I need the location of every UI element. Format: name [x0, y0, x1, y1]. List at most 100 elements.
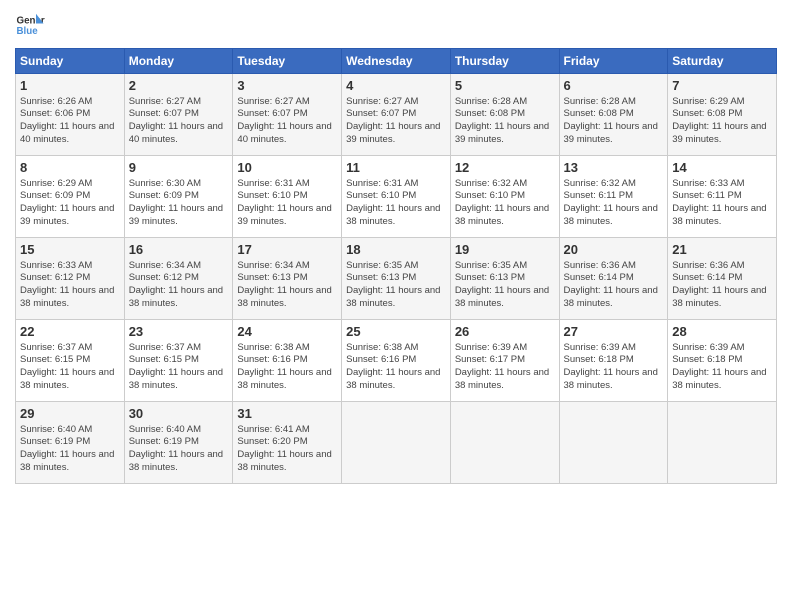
- sunset-info: Sunset: 6:16 PM: [346, 354, 416, 365]
- daylight-info: Daylight: 11 hours and 38 minutes.: [237, 449, 331, 473]
- daylight-info: Daylight: 11 hours and 38 minutes.: [129, 449, 223, 473]
- sunrise-info: Sunrise: 6:28 AM: [455, 96, 527, 107]
- calendar-cell: 30Sunrise: 6:40 AMSunset: 6:19 PMDayligh…: [124, 402, 233, 484]
- sunrise-info: Sunrise: 6:35 AM: [455, 260, 527, 271]
- calendar-cell: 11Sunrise: 6:31 AMSunset: 6:10 PMDayligh…: [342, 156, 451, 238]
- sunset-info: Sunset: 6:07 PM: [237, 108, 307, 119]
- day-number: 3: [237, 77, 337, 95]
- sunset-info: Sunset: 6:10 PM: [237, 190, 307, 201]
- day-number: 7: [672, 77, 772, 95]
- calendar-cell: 8Sunrise: 6:29 AMSunset: 6:09 PMDaylight…: [16, 156, 125, 238]
- sunrise-info: Sunrise: 6:40 AM: [129, 424, 201, 435]
- daylight-info: Daylight: 11 hours and 40 minutes.: [237, 121, 331, 145]
- calendar-cell: 3Sunrise: 6:27 AMSunset: 6:07 PM Daylight…: [233, 74, 342, 156]
- sunset-info: Sunset: 6:15 PM: [20, 354, 90, 365]
- calendar-cell: 24Sunrise: 6:38 AMSunset: 6:16 PMDayligh…: [233, 320, 342, 402]
- sunrise-info: Sunrise: 6:26 AM: [20, 96, 92, 107]
- calendar-table: SundayMondayTuesdayWednesdayThursdayFrid…: [15, 48, 777, 484]
- day-number: 24: [237, 323, 337, 341]
- day-number: 15: [20, 241, 120, 259]
- sunrise-info: Sunrise: 6:40 AM: [20, 424, 92, 435]
- svg-text:Blue: Blue: [17, 26, 39, 37]
- calendar-cell: 14Sunrise: 6:33 AMSunset: 6:11 PMDayligh…: [668, 156, 777, 238]
- calendar-week-4: 22Sunrise: 6:37 AMSunset: 6:15 PMDayligh…: [16, 320, 777, 402]
- sunset-info: Sunset: 6:11 PM: [672, 190, 742, 201]
- day-number: 22: [20, 323, 120, 341]
- calendar-cell: [450, 402, 559, 484]
- sunset-info: Sunset: 6:18 PM: [672, 354, 742, 365]
- calendar-cell: 28Sunrise: 6:39 AMSunset: 6:18 PMDayligh…: [668, 320, 777, 402]
- weekday-header-wednesday: Wednesday: [342, 49, 451, 74]
- weekday-header-thursday: Thursday: [450, 49, 559, 74]
- day-number: 9: [129, 159, 229, 177]
- sunrise-info: Sunrise: 6:27 AM: [346, 96, 418, 107]
- sunset-info: Sunset: 6:07 PM: [129, 108, 199, 119]
- calendar-cell: 7Sunrise: 6:29 AMSunset: 6:08 PMDaylight…: [668, 74, 777, 156]
- sunset-info: Sunset: 6:09 PM: [129, 190, 199, 201]
- day-number: 4: [346, 77, 446, 95]
- daylight-info: Daylight: 11 hours and 39 minutes.: [564, 121, 658, 145]
- logo: General Blue: [15, 10, 45, 40]
- sunset-info: Sunset: 6:08 PM: [455, 108, 525, 119]
- sunrise-info: Sunrise: 6:33 AM: [672, 178, 744, 189]
- calendar-week-5: 29Sunrise: 6:40 AMSunset: 6:19 PMDayligh…: [16, 402, 777, 484]
- calendar-cell: 16Sunrise: 6:34 AMSunset: 6:12 PMDayligh…: [124, 238, 233, 320]
- daylight-info: Daylight: 11 hours and 38 minutes.: [346, 367, 440, 391]
- calendar-week-1: 1Sunrise: 6:26 AMSunset: 6:06 PM Daylight…: [16, 74, 777, 156]
- sunset-info: Sunset: 6:15 PM: [129, 354, 199, 365]
- sunrise-info: Sunrise: 6:29 AM: [672, 96, 744, 107]
- day-number: 31: [237, 405, 337, 423]
- daylight-info: Daylight: 11 hours and 39 minutes.: [672, 121, 766, 145]
- calendar-cell: 20Sunrise: 6:36 AMSunset: 6:14 PMDayligh…: [559, 238, 668, 320]
- day-number: 1: [20, 77, 120, 95]
- calendar-cell: 10Sunrise: 6:31 AMSunset: 6:10 PMDayligh…: [233, 156, 342, 238]
- weekday-header-monday: Monday: [124, 49, 233, 74]
- weekday-header-saturday: Saturday: [668, 49, 777, 74]
- calendar-cell: [559, 402, 668, 484]
- weekday-header-friday: Friday: [559, 49, 668, 74]
- day-number: 13: [564, 159, 664, 177]
- daylight-info: Daylight: 11 hours and 38 minutes.: [564, 203, 658, 227]
- day-number: 6: [564, 77, 664, 95]
- sunrise-info: Sunrise: 6:36 AM: [564, 260, 636, 271]
- day-number: 29: [20, 405, 120, 423]
- daylight-info: Daylight: 11 hours and 38 minutes.: [672, 367, 766, 391]
- sunrise-info: Sunrise: 6:27 AM: [237, 96, 309, 107]
- calendar-week-3: 15Sunrise: 6:33 AMSunset: 6:12 PMDayligh…: [16, 238, 777, 320]
- weekday-header-tuesday: Tuesday: [233, 49, 342, 74]
- calendar-cell: 17Sunrise: 6:34 AMSunset: 6:13 PMDayligh…: [233, 238, 342, 320]
- daylight-info: Daylight: 11 hours and 38 minutes.: [564, 285, 658, 309]
- calendar-cell: 15Sunrise: 6:33 AMSunset: 6:12 PMDayligh…: [16, 238, 125, 320]
- sunrise-info: Sunrise: 6:33 AM: [20, 260, 92, 271]
- daylight-info: Daylight: 11 hours and 39 minutes.: [129, 203, 223, 227]
- sunset-info: Sunset: 6:19 PM: [20, 436, 90, 447]
- sunrise-info: Sunrise: 6:41 AM: [237, 424, 309, 435]
- daylight-info: Daylight: 11 hours and 39 minutes.: [20, 203, 114, 227]
- daylight-info: Daylight: 11 hours and 38 minutes.: [129, 367, 223, 391]
- daylight-info: Daylight: 11 hours and 38 minutes.: [455, 203, 549, 227]
- calendar-cell: 19Sunrise: 6:35 AMSunset: 6:13 PMDayligh…: [450, 238, 559, 320]
- sunrise-info: Sunrise: 6:34 AM: [129, 260, 201, 271]
- calendar-cell: 1Sunrise: 6:26 AMSunset: 6:06 PM Daylight…: [16, 74, 125, 156]
- day-number: 17: [237, 241, 337, 259]
- daylight-info: Daylight: 11 hours and 40 minutes.: [129, 121, 223, 145]
- calendar-cell: 25Sunrise: 6:38 AMSunset: 6:16 PMDayligh…: [342, 320, 451, 402]
- day-number: 19: [455, 241, 555, 259]
- calendar-cell: 4Sunrise: 6:27 AMSunset: 6:07 PMDaylight…: [342, 74, 451, 156]
- sunrise-info: Sunrise: 6:27 AM: [129, 96, 201, 107]
- sunset-info: Sunset: 6:06 PM: [20, 108, 90, 119]
- sunset-info: Sunset: 6:09 PM: [20, 190, 90, 201]
- day-number: 10: [237, 159, 337, 177]
- sunrise-info: Sunrise: 6:29 AM: [20, 178, 92, 189]
- sunrise-info: Sunrise: 6:39 AM: [564, 342, 636, 353]
- daylight-info: Daylight: 11 hours and 38 minutes.: [20, 367, 114, 391]
- sunrise-info: Sunrise: 6:36 AM: [672, 260, 744, 271]
- sunset-info: Sunset: 6:19 PM: [129, 436, 199, 447]
- calendar-cell: 23Sunrise: 6:37 AMSunset: 6:15 PMDayligh…: [124, 320, 233, 402]
- daylight-info: Daylight: 11 hours and 40 minutes.: [20, 121, 114, 145]
- daylight-info: Daylight: 11 hours and 38 minutes.: [20, 285, 114, 309]
- calendar-week-2: 8Sunrise: 6:29 AMSunset: 6:09 PMDaylight…: [16, 156, 777, 238]
- sunset-info: Sunset: 6:18 PM: [564, 354, 634, 365]
- sunset-info: Sunset: 6:14 PM: [672, 272, 742, 283]
- day-number: 28: [672, 323, 772, 341]
